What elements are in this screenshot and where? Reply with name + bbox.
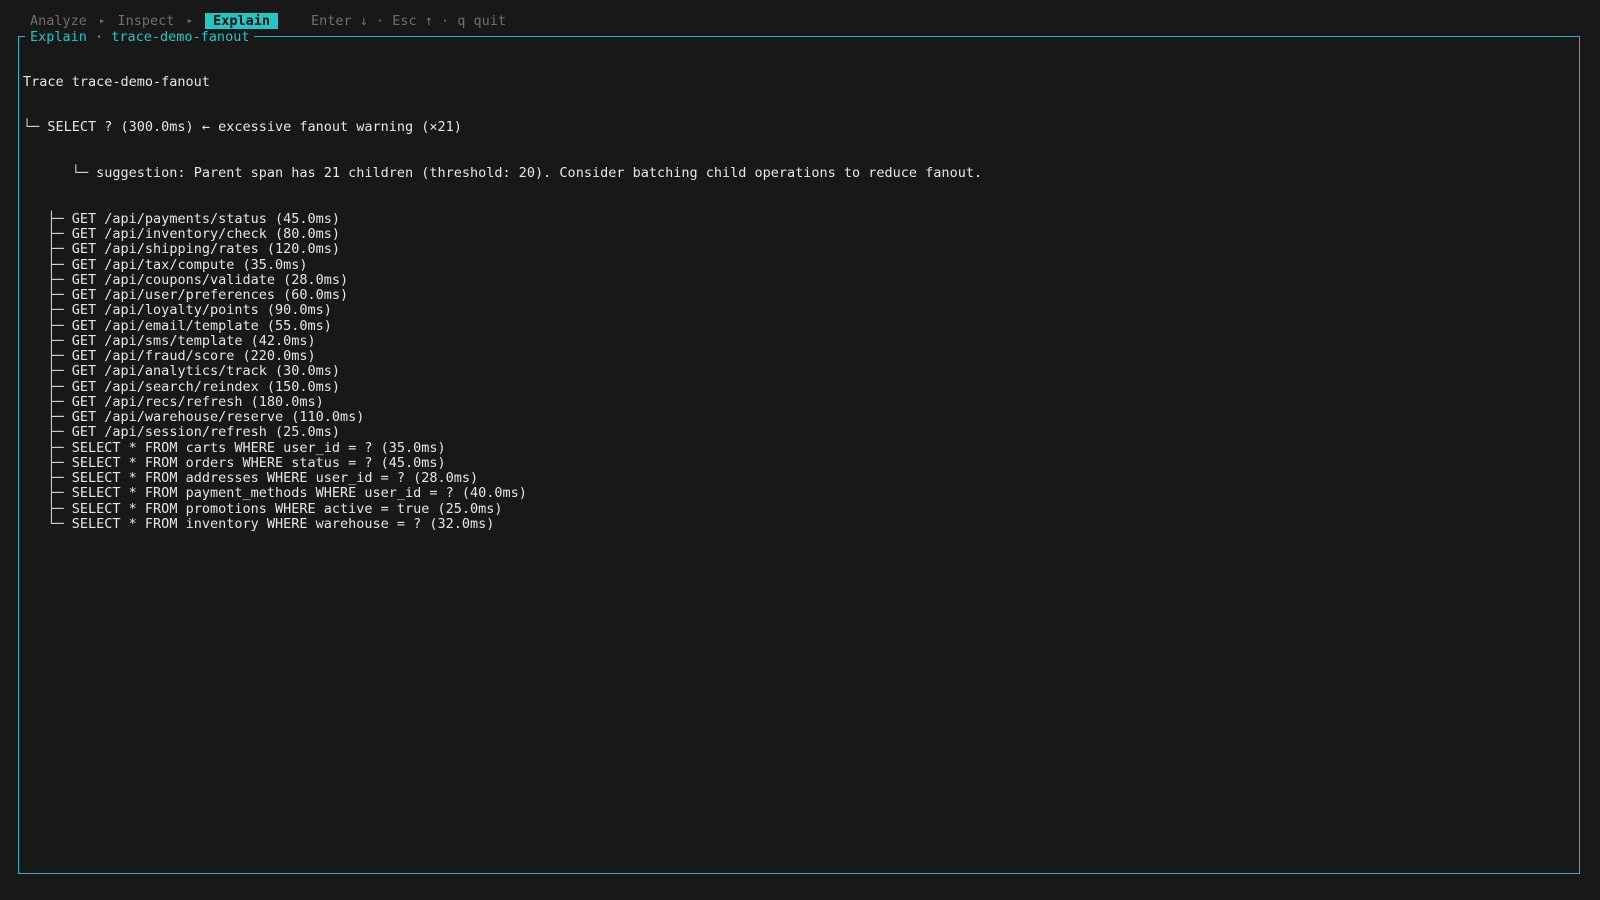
child-span-label: GET /api/warehouse/reserve (110.0ms) <box>71 409 365 425</box>
tree-branch-icon: ├─ <box>23 363 72 380</box>
child-span-row[interactable]: ├─ GET /api/loyalty/points (90.0ms) <box>23 303 1575 318</box>
trace-tree: Trace trace-demo-fanout └─ SELECT ? (300… <box>23 44 1575 563</box>
breadcrumb-explain[interactable]: Explain <box>205 13 278 29</box>
child-span-row[interactable]: ├─ SELECT * FROM orders WHERE status = ?… <box>23 454 1575 471</box>
child-span-label: GET /api/tax/compute (35.0ms) <box>71 256 308 273</box>
child-span-row[interactable]: ├─ SELECT * FROM promotions WHERE active… <box>23 500 1575 517</box>
child-span-label: GET /api/shipping/rates (120.0ms) <box>71 241 340 258</box>
child-span-row[interactable]: ├─ GET /api/tax/compute (35.0ms) <box>23 256 1575 273</box>
child-span-label: SELECT * FROM carts WHERE user_id = ? (3… <box>71 439 446 456</box>
child-span-label: GET /api/analytics/track (30.0ms) <box>71 363 340 380</box>
child-span-label: SELECT * FROM addresses WHERE user_id = … <box>71 470 479 486</box>
child-span-row[interactable]: ├─ GET /api/user/preferences (60.0ms) <box>23 287 1575 303</box>
child-span-label: SELECT * FROM promotions WHERE active = … <box>71 500 503 517</box>
child-span-label: GET /api/sms/template (42.0ms) <box>71 332 316 349</box>
tree-branch-icon: ├─ <box>23 256 72 273</box>
child-span-row[interactable]: └─ SELECT * FROM inventory WHERE warehou… <box>23 515 1575 532</box>
tree-branch-icon: ├─ <box>23 241 72 258</box>
child-span-label: GET /api/search/reindex (150.0ms) <box>71 378 340 395</box>
child-span-row[interactable]: ├─ GET /api/warehouse/reserve (110.0ms) <box>23 409 1575 425</box>
tree-branch-icon: ├─ <box>23 332 72 349</box>
tree-branch-icon: ├─ <box>23 500 72 517</box>
child-span-list: ├─ GET /api/payments/status (45.0ms) ├─ … <box>23 210 1575 532</box>
breadcrumb-separator-icon: ▸ <box>186 14 194 27</box>
tree-branch-last-icon: └─ <box>23 119 48 136</box>
tree-branch-icon: ├─ <box>23 287 72 303</box>
tree-branch-icon: ├─ <box>23 424 72 441</box>
child-span-label: SELECT * FROM orders WHERE status = ? (4… <box>71 454 446 471</box>
suggestion-text: suggestion: Parent span has 21 children … <box>96 165 983 181</box>
tree-branch-icon: ├─ <box>23 439 72 456</box>
tree-branch-last-icon: └─ <box>23 515 72 532</box>
child-span-label: GET /api/coupons/validate (28.0ms) <box>71 271 349 288</box>
tree-branch-icon: ├─ <box>23 348 72 364</box>
tree-branch-icon: ├─ <box>23 393 72 410</box>
breadcrumb-analyze[interactable]: Analyze <box>30 13 87 29</box>
tree-branch-icon: ├─ <box>23 470 72 486</box>
child-span-row[interactable]: ├─ GET /api/recs/refresh (180.0ms) <box>23 393 1575 410</box>
child-span-label: GET /api/fraud/score (220.0ms) <box>71 348 316 364</box>
trace-root-span[interactable]: └─ SELECT ? (300.0ms) ← excessive fanout… <box>23 120 1575 135</box>
child-span-row[interactable]: ├─ GET /api/shipping/rates (120.0ms) <box>23 242 1575 257</box>
child-span-row[interactable]: ├─ GET /api/session/refresh (25.0ms) <box>23 425 1575 440</box>
child-span-row[interactable]: ├─ SELECT * FROM addresses WHERE user_id… <box>23 470 1575 486</box>
child-span-row[interactable]: ├─ GET /api/fraud/score (220.0ms) <box>23 348 1575 364</box>
tree-branch-icon: ├─ <box>23 302 72 319</box>
trace-header: Trace trace-demo-fanout <box>23 73 210 90</box>
child-span-row[interactable]: ├─ GET /api/inventory/check (80.0ms) <box>23 226 1575 242</box>
child-span-row[interactable]: ├─ GET /api/email/template (55.0ms) <box>23 317 1575 334</box>
tree-branch-icon: ├─ <box>23 271 72 288</box>
child-span-label: SELECT * FROM payment_methods WHERE user… <box>71 485 527 502</box>
tree-branch-icon: ├─ <box>23 317 72 334</box>
child-span-label: GET /api/email/template (55.0ms) <box>71 317 332 334</box>
breadcrumb: Analyze ▸ Inspect ▸ Explain Enter ↓ · Es… <box>30 13 506 29</box>
child-span-row[interactable]: ├─ GET /api/search/reindex (150.0ms) <box>23 378 1575 395</box>
tree-branch-icon: ├─ <box>23 210 72 227</box>
child-span-label: GET /api/user/preferences (60.0ms) <box>71 287 349 303</box>
tree-branch-icon: ├─ <box>23 409 72 425</box>
keyboard-hint: Enter ↓ · Esc ↑ · q quit <box>310 13 507 29</box>
child-span-label: GET /api/payments/status (45.0ms) <box>71 210 340 227</box>
child-span-label: GET /api/loyalty/points (90.0ms) <box>71 302 332 319</box>
panel-title: Explain · trace-demo-fanout <box>25 29 255 45</box>
tree-branch-icon: ├─ <box>23 485 72 502</box>
suggestion-line: └─ suggestion: Parent span has 21 childr… <box>23 165 1575 181</box>
child-span-label: GET /api/recs/refresh (180.0ms) <box>71 393 324 410</box>
child-span-row[interactable]: ├─ GET /api/analytics/track (30.0ms) <box>23 364 1575 379</box>
breadcrumb-separator-icon: ▸ <box>98 14 106 27</box>
explain-panel: Explain · trace-demo-fanout Trace trace-… <box>18 29 1580 874</box>
child-span-label: SELECT * FROM inventory WHERE warehouse … <box>71 515 495 532</box>
child-span-row[interactable]: ├─ GET /api/coupons/validate (28.0ms) <box>23 271 1575 288</box>
child-span-row[interactable]: ├─ SELECT * FROM carts WHERE user_id = ?… <box>23 439 1575 456</box>
tree-branch-last-icon: └─ <box>23 165 97 181</box>
child-span-row[interactable]: ├─ SELECT * FROM payment_methods WHERE u… <box>23 486 1575 501</box>
tree-branch-icon: ├─ <box>23 226 72 242</box>
child-span-row[interactable]: ├─ GET /api/sms/template (42.0ms) <box>23 332 1575 349</box>
tree-branch-icon: ├─ <box>23 454 72 471</box>
child-span-label: GET /api/inventory/check (80.0ms) <box>71 226 340 242</box>
tree-branch-icon: ├─ <box>23 378 72 395</box>
trace-root-label: SELECT ? (300.0ms) ← excessive fanout wa… <box>47 119 462 136</box>
child-span-row[interactable]: ├─ GET /api/payments/status (45.0ms) <box>23 210 1575 227</box>
child-span-label: GET /api/session/refresh (25.0ms) <box>71 424 340 441</box>
breadcrumb-inspect[interactable]: Inspect <box>118 13 175 29</box>
